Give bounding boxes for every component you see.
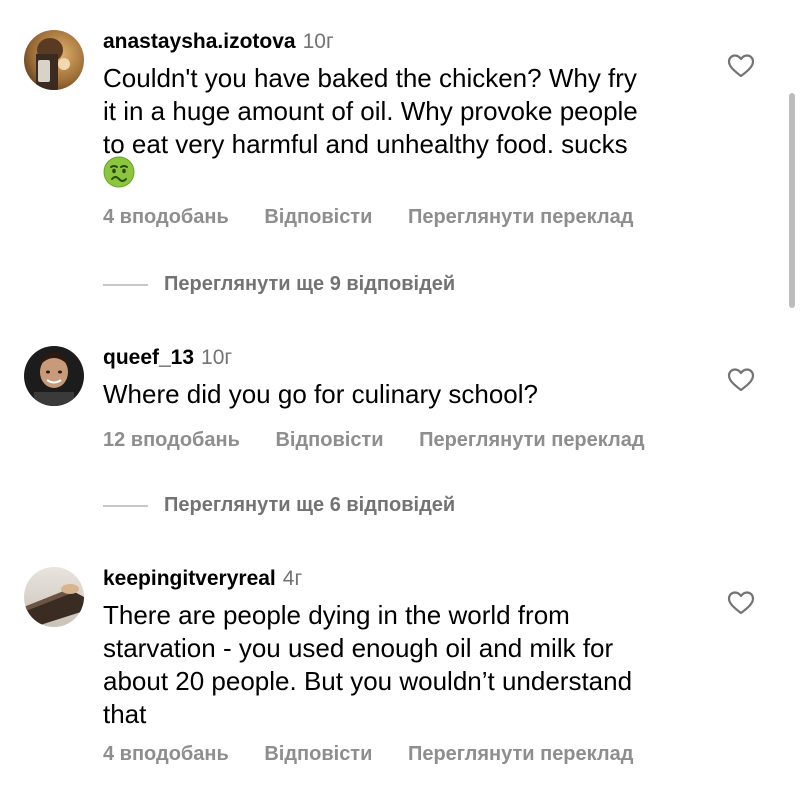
comment-header: anastaysha.izotova 10г — [103, 30, 334, 54]
heart-icon[interactable] — [727, 367, 755, 393]
see-translation-button[interactable]: Переглянути переклад — [419, 429, 644, 451]
heart-icon[interactable] — [727, 590, 755, 616]
avatar[interactable] — [24, 346, 84, 406]
likes-count[interactable]: 4 вподобань — [103, 743, 229, 765]
reply-divider-line — [103, 283, 148, 286]
comment-text: Couldn't you have baked the chicken? Why… — [103, 63, 638, 159]
see-translation-button[interactable]: Переглянути переклад — [408, 743, 633, 765]
see-translation-button[interactable]: Переглянути переклад — [408, 206, 633, 228]
view-replies-label[interactable]: Переглянути ще 6 відповідей — [164, 494, 455, 516]
timestamp: 10г — [302, 30, 334, 53]
comment-header: keepingitveryreal 4г — [103, 567, 302, 591]
comment-actions: 4 вподобань Відповісти Переглянути перек… — [103, 205, 633, 229]
heart-icon[interactable] — [727, 53, 755, 79]
scrollbar[interactable] — [789, 93, 795, 308]
avatar[interactable] — [24, 567, 84, 627]
reply-button[interactable]: Відповісти — [264, 206, 372, 228]
comment-header: queef_13 10г — [103, 346, 232, 370]
timestamp: 10г — [201, 346, 233, 369]
username[interactable]: keepingitveryreal — [103, 567, 276, 590]
view-replies-button[interactable]: Переглянути ще 9 відповідей — [103, 273, 455, 303]
comment-text: Where did you go for culinary school? — [103, 379, 539, 409]
comment-actions: 12 вподобань Відповісти Переглянути пере… — [103, 428, 645, 452]
timestamp: 4г — [282, 567, 303, 590]
comment-text: There are people dying in the world from… — [103, 600, 633, 729]
comment-actions: 4 вподобань Відповісти Переглянути перек… — [103, 742, 633, 766]
reply-button[interactable]: Відповісти — [264, 743, 372, 765]
username[interactable]: queef_13 — [103, 346, 194, 369]
view-replies-label[interactable]: Переглянути ще 9 відповідей — [164, 273, 455, 295]
likes-count[interactable]: 12 вподобань — [103, 429, 240, 451]
avatar[interactable] — [24, 30, 84, 90]
view-replies-button[interactable]: Переглянути ще 6 відповідей — [103, 494, 455, 524]
reply-divider-line — [103, 504, 148, 507]
nauseated-face-icon — [103, 156, 135, 193]
likes-count[interactable]: 4 вподобань — [103, 206, 229, 228]
reply-button[interactable]: Відповісти — [275, 429, 383, 451]
username[interactable]: anastaysha.izotova — [103, 30, 296, 53]
